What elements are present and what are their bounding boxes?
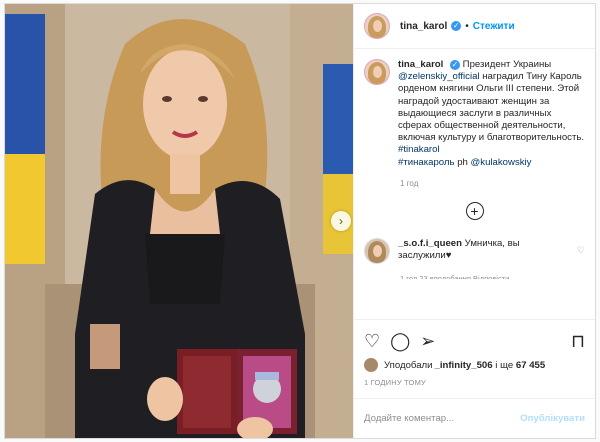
comment-input[interactable] bbox=[364, 413, 521, 424]
posted-time: 1 ГОДИНУ ТОМУ bbox=[364, 378, 426, 387]
instagram-post: › tina_karol ✓ • Стежити tina_karol ✓ Пр… bbox=[4, 3, 596, 439]
action-icons: ♡ ◯ ➢ ⊓ bbox=[364, 326, 585, 356]
comment-meta: 1 год 23 вподобання Відповісти bbox=[400, 273, 510, 279]
caption-ph: ph bbox=[457, 156, 471, 168]
add-comment-bar: Опублікувати bbox=[354, 398, 595, 438]
likes-prefix: Уподобали bbox=[384, 359, 433, 371]
post-header: tina_karol ✓ • Стежити bbox=[354, 4, 595, 49]
next-image-button[interactable]: › bbox=[331, 211, 351, 231]
caption-username[interactable]: tina_karol bbox=[398, 59, 443, 70]
header-username[interactable]: tina_karol bbox=[400, 21, 447, 32]
comment-username[interactable]: _s.o.f.i_queen bbox=[398, 238, 462, 249]
share-icon[interactable]: ➢ bbox=[420, 331, 435, 352]
verified-badge-icon: ✓ bbox=[451, 21, 462, 31]
plus-circle-icon: + bbox=[470, 202, 479, 219]
mention-zelenskiy[interactable]: @zelenskiy_official bbox=[398, 71, 480, 82]
post-photo bbox=[5, 4, 353, 438]
bookmark-icon[interactable]: ⊓ bbox=[571, 331, 585, 352]
commenter-avatar[interactable] bbox=[364, 237, 390, 264]
likes-summary: Уподобали _infinity_506 і ще 67 455 bbox=[364, 356, 585, 374]
hashtag-tinakarol-cyrillic[interactable]: #тинакароль bbox=[398, 157, 455, 168]
caption-text-before: Президент Украины bbox=[462, 59, 552, 70]
load-more-comments-button[interactable]: + bbox=[465, 201, 484, 220]
comment-item: _s.o.f.i_queen Умничка, вы заслужили♥ ♡ bbox=[364, 237, 585, 264]
post-sidebar: tina_karol ✓ • Стежити tina_karol ✓ През… bbox=[353, 4, 595, 438]
mention-kulakowskiy[interactable]: @kulakowskiy bbox=[471, 157, 532, 168]
caption-avatar[interactable] bbox=[364, 59, 390, 85]
hashtag-tinakarol[interactable]: #tinakarol bbox=[398, 144, 440, 155]
caption-verified-icon: ✓ bbox=[450, 60, 460, 70]
likes-middle: і ще bbox=[492, 359, 516, 371]
comment-text: _s.o.f.i_queen Умничка, вы заслужили♥ bbox=[398, 238, 568, 264]
liker-avatar[interactable] bbox=[364, 358, 378, 372]
heart-icon[interactable]: ♡ bbox=[364, 331, 380, 352]
post-actions: ♡ ◯ ➢ ⊓ Уподобали _infinity_506 і ще 67 … bbox=[354, 319, 595, 387]
likes-user[interactable]: _infinity_506 bbox=[434, 360, 492, 371]
comment-icon[interactable]: ◯ bbox=[390, 331, 410, 352]
post-image[interactable]: › bbox=[5, 4, 353, 438]
caption: tina_karol ✓ Президент Украины @zelenski… bbox=[364, 59, 585, 169]
caption-time: 1 год bbox=[400, 178, 419, 188]
comment-like-icon[interactable]: ♡ bbox=[577, 244, 585, 257]
follow-button[interactable]: Стежити bbox=[473, 21, 515, 32]
caption-text: tina_karol ✓ Президент Украины @zelenski… bbox=[398, 59, 585, 169]
header-separator: • bbox=[465, 20, 469, 32]
comments-section: tina_karol ✓ Президент Украины @zelenski… bbox=[354, 49, 595, 319]
likes-count[interactable]: 67 455 bbox=[516, 360, 545, 371]
publish-button[interactable]: Опублікувати bbox=[520, 413, 585, 424]
user-avatar[interactable] bbox=[364, 13, 390, 39]
